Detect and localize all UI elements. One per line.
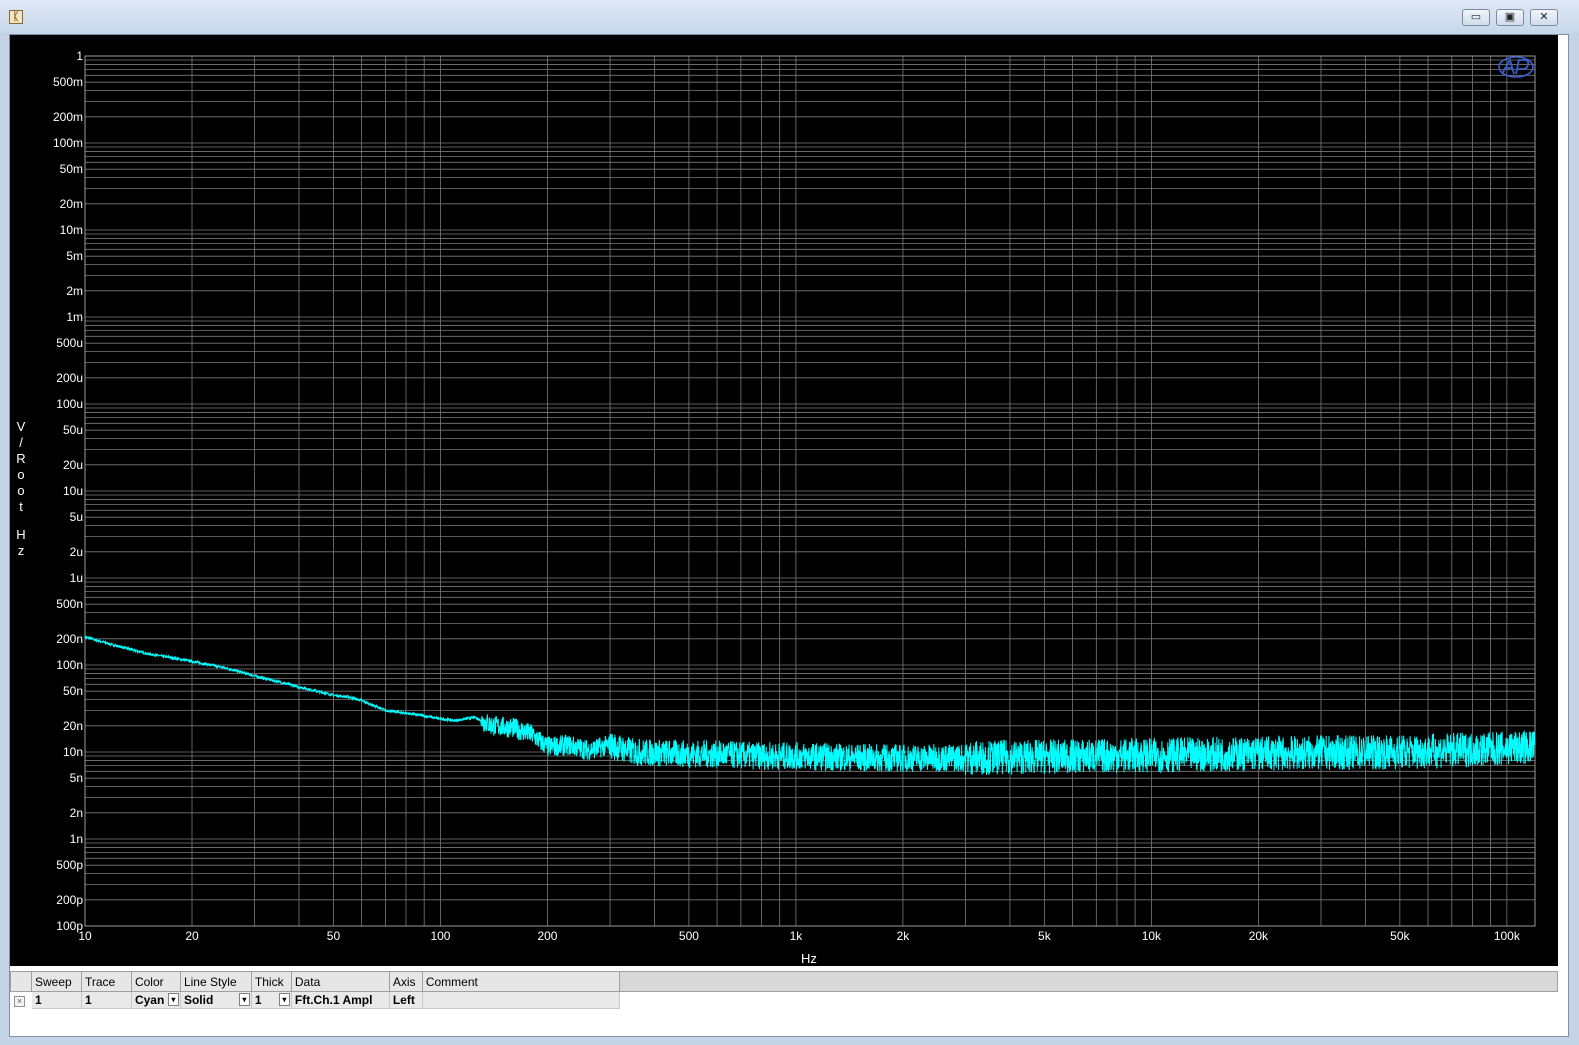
x-tick-label: 200 <box>537 929 557 943</box>
y-label-char: R <box>16 451 25 466</box>
legend-row[interactable]: × 1 1 Cyan ▾ Solid ▾ 1 ▾ Fft.Ch.1 Ampl Left <box>10 991 1559 1009</box>
x-tick-label: 50 <box>327 929 341 943</box>
y-tick-label: 10u <box>63 484 83 498</box>
legend-header-filler <box>618 971 1559 992</box>
x-tick-label: 500 <box>679 929 699 943</box>
legend-header-comment[interactable]: Comment <box>421 971 620 992</box>
x-tick-label: 5k <box>1038 929 1052 943</box>
y-tick-label: 1 <box>76 49 83 63</box>
legend-header-axis[interactable]: Axis <box>388 971 423 992</box>
x-tick-label: 20k <box>1249 929 1269 943</box>
y-tick-label: 500n <box>56 597 83 611</box>
y-tick-label: 200u <box>56 371 83 385</box>
trace-enable-checkbox[interactable]: × <box>14 996 25 1007</box>
y-label-char: V <box>17 419 26 434</box>
y-tick-label: 50u <box>63 423 83 437</box>
legend-color-value: Cyan <box>134 993 165 1007</box>
legend-cell-color[interactable]: Cyan ▾ <box>130 991 181 1009</box>
y-tick-label: 50n <box>63 684 83 698</box>
y-tick-label: 50m <box>60 162 83 176</box>
y-tick-label: 20n <box>63 719 83 733</box>
color-dropdown-arrow-icon[interactable]: ▾ <box>167 993 179 1006</box>
x-tick-label: 100k <box>1494 929 1521 943</box>
app-logo-icon[interactable]: ᛕ <box>9 10 23 24</box>
legend-header-color[interactable]: Color <box>130 971 181 992</box>
y-label-char: o <box>17 467 24 482</box>
legend-cell-trace[interactable]: 1 <box>80 991 132 1009</box>
y-tick-label: 5m <box>66 249 83 263</box>
graph-background <box>10 35 1558 966</box>
spectrum-graph[interactable]: 1 500m 200m 100m 50m 20m 10m 5m 2m 1m 500u 200u 100u… <box>10 35 1558 966</box>
x-tick-label: 1k <box>790 929 804 943</box>
y-label-char: o <box>17 483 24 498</box>
y-tick-label: 100n <box>56 658 83 672</box>
y-tick-label: 200p <box>56 893 83 907</box>
y-tick-label: 2u <box>70 545 83 559</box>
legend-thick-value: 1 <box>254 993 262 1007</box>
legend-row-filler <box>618 991 1559 1009</box>
y-tick-label: 100m <box>53 136 83 150</box>
legend-header-checkbox <box>10 971 32 992</box>
legend-header-data[interactable]: Data <box>290 971 390 992</box>
legend-cell-axis[interactable]: Left <box>388 991 423 1009</box>
y-tick-label: 1m <box>66 310 83 324</box>
x-axis-label: Hz <box>801 951 817 966</box>
y-tick-label: 500u <box>56 336 83 350</box>
x-tick-label: 10 <box>78 929 92 943</box>
legend-cell-thick[interactable]: 1 ▾ <box>250 991 292 1009</box>
x-tick-label: 50k <box>1390 929 1410 943</box>
legend-cell-data[interactable]: Fft.Ch.1 Ampl <box>290 991 390 1009</box>
close-button[interactable]: ✕ <box>1530 9 1558 26</box>
title-bar: ᛕ ▭ ▣ ✕ <box>0 0 1579 34</box>
legend-cell-sweep[interactable]: 1 <box>30 991 82 1009</box>
legend-header-row: Sweep Trace Color Line Style Thick Data … <box>10 971 1559 992</box>
y-tick-label: 10n <box>63 745 83 759</box>
minimize-button[interactable]: ▭ <box>1462 9 1490 26</box>
thick-dropdown-arrow-icon[interactable]: ▾ <box>278 993 290 1006</box>
y-tick-label: 2n <box>70 806 83 820</box>
y-label-char: H <box>16 527 25 542</box>
y-tick-label: 200m <box>53 110 83 124</box>
y-tick-label: 500p <box>56 858 83 872</box>
y-tick-label: 10m <box>60 223 83 237</box>
legend-line-style-value: Solid <box>183 993 214 1007</box>
legend-cell-line-style[interactable]: Solid ▾ <box>179 991 252 1009</box>
y-tick-label: 500m <box>53 75 83 89</box>
legend-header-sweep[interactable]: Sweep <box>30 971 82 992</box>
legend-header-line-style[interactable]: Line Style <box>179 971 252 992</box>
trace-legend-grid: Sweep Trace Color Line Style Thick Data … <box>10 969 1559 1035</box>
x-tick-label: 2k <box>897 929 911 943</box>
line-style-dropdown-arrow-icon[interactable]: ▾ <box>238 993 250 1006</box>
y-tick-label: 100u <box>56 397 83 411</box>
x-tick-label: 20 <box>185 929 199 943</box>
y-tick-label: 5u <box>70 510 83 524</box>
x-tick-label: 100 <box>430 929 450 943</box>
x-tick-label: 10k <box>1142 929 1162 943</box>
legend-table: Sweep Trace Color Line Style Thick Data … <box>10 971 1559 1009</box>
y-tick-label: 2m <box>66 284 83 298</box>
maximize-button[interactable]: ▣ <box>1496 9 1524 26</box>
y-tick-label: 20u <box>63 458 83 472</box>
legend-header-thick[interactable]: Thick <box>250 971 292 992</box>
legend-header-trace[interactable]: Trace <box>80 971 132 992</box>
y-tick-label: 1n <box>70 832 83 846</box>
legend-cell-comment[interactable] <box>421 991 620 1009</box>
y-tick-label: 200n <box>56 632 83 646</box>
y-label-char: / <box>19 435 23 450</box>
y-tick-label: 5n <box>70 771 83 785</box>
y-tick-label: 20m <box>60 197 83 211</box>
y-tick-label: 1u <box>70 571 83 585</box>
y-label-char: t <box>19 499 23 514</box>
y-label-char: z <box>18 543 25 558</box>
